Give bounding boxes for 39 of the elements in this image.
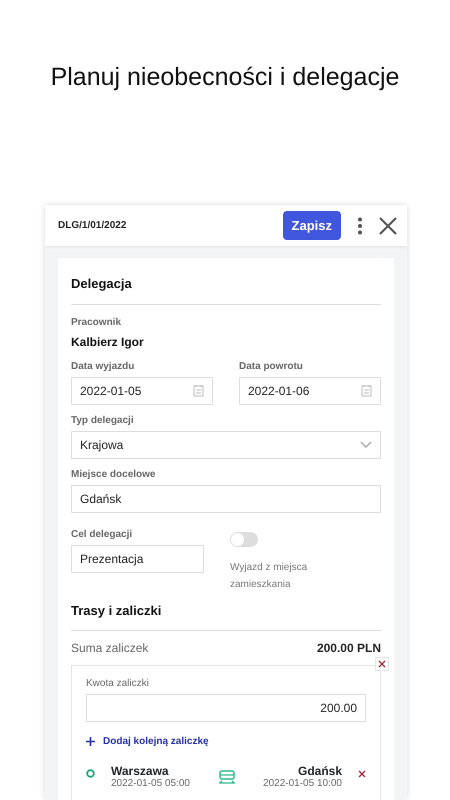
date-field[interactable]: 2022-01-05: [71, 376, 213, 405]
field-label: Pracownik: [71, 316, 122, 330]
amount-field[interactable]: 200.00: [86, 694, 366, 722]
field-label: Cel delegacji: [71, 528, 134, 542]
origin-city: Warszawa: [111, 764, 170, 778]
arrival-time: 2022-01-05 10:00: [263, 778, 342, 790]
save-button[interactable]: Zapisz: [282, 210, 341, 240]
chevron-down-icon: [360, 441, 372, 448]
headline: Planuj nieobecności i delegacje: [50, 62, 400, 93]
sum-value: 200.00 PLN: [316, 640, 381, 658]
section-title: Trasy i zaliczki: [71, 602, 162, 618]
employee-name: Kalbierz Igor: [71, 334, 145, 351]
origin-icon: [86, 769, 95, 778]
purpose-field[interactable]: Prezentacja: [71, 544, 204, 573]
field-label: Kwota zaliczki: [86, 677, 150, 692]
destination-field[interactable]: Gdańsk: [71, 484, 381, 513]
more-icon[interactable]: [357, 216, 363, 234]
field-label: Data wyjazdu: [71, 360, 136, 374]
field-label: Data powrotu: [239, 360, 304, 374]
field-label: Typ delegacji: [71, 414, 135, 428]
toggle-switch[interactable]: [230, 532, 258, 547]
section-title: Delegacja: [71, 276, 133, 292]
plus-icon: [86, 737, 95, 746]
calendar-icon: [361, 384, 372, 398]
type-select[interactable]: Krajowa: [71, 430, 381, 459]
remove-icon[interactable]: [358, 770, 366, 778]
add-advance-link[interactable]: Dodaj kolejną zaliczkę: [86, 734, 209, 750]
departure-time: 2022-01-05 05:00: [111, 778, 190, 790]
close-icon[interactable]: [379, 216, 397, 234]
close-icon: [378, 660, 386, 668]
calendar-icon: [193, 384, 204, 398]
document-number: DLG/1/01/2022: [58, 219, 128, 233]
remove-button[interactable]: [375, 657, 389, 672]
field-label: Miejsce docelowe: [71, 468, 156, 482]
toggle-label: Wyjazd z miejsca zamieszkania: [230, 560, 308, 592]
sum-label: Suma zaliczek: [71, 640, 148, 658]
destination-city: Gdańsk: [296, 764, 342, 778]
train-icon: [218, 770, 236, 784]
date-field[interactable]: 2022-01-06: [239, 376, 381, 405]
